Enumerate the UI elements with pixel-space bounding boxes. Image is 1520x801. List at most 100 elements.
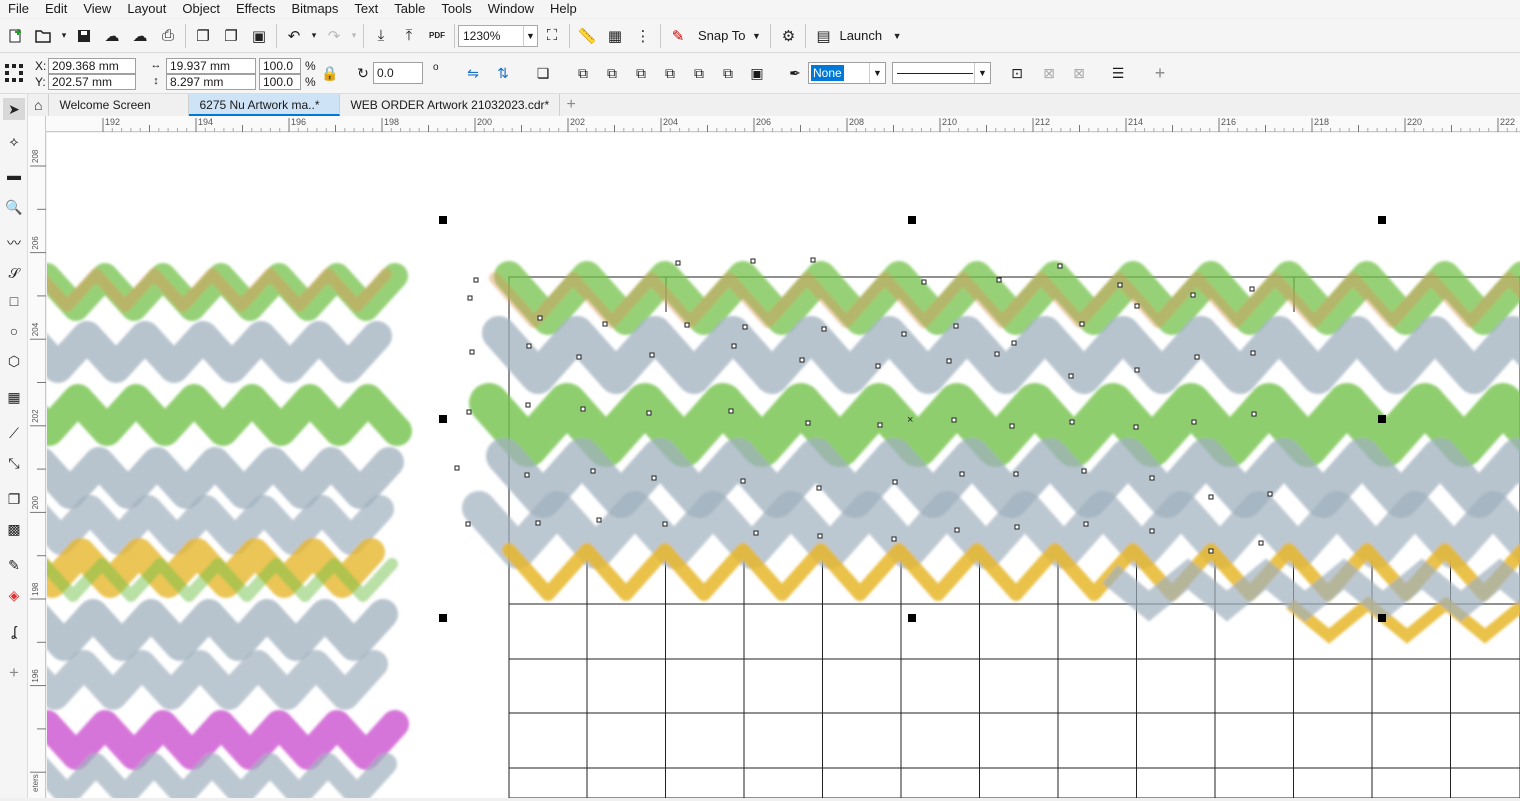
guidelines-icon[interactable]: ⋮ <box>629 22 657 50</box>
path-node[interactable] <box>799 357 805 363</box>
arrange-icon[interactable]: ❏ <box>532 62 554 84</box>
crop-tool-icon[interactable]: ▬ <box>3 164 25 186</box>
path-node[interactable] <box>728 408 734 414</box>
path-node[interactable] <box>596 517 602 523</box>
path-node[interactable] <box>959 471 965 477</box>
chevron-down-icon[interactable]: ▼ <box>869 63 885 83</box>
path-node[interactable] <box>466 409 472 415</box>
scale-width-field[interactable]: 100.0 <box>259 58 301 74</box>
path-node[interactable] <box>1079 321 1085 327</box>
menu-bitmaps[interactable]: Bitmaps <box>283 0 346 18</box>
menu-tools[interactable]: Tools <box>433 0 479 18</box>
cloud-upload-icon[interactable]: ☁ <box>98 22 126 50</box>
mirror-vertical-icon[interactable]: ⇅ <box>492 62 514 84</box>
artwork-main[interactable] <box>454 257 1520 798</box>
zoom-level-select[interactable]: 1230% ▼ <box>458 24 538 47</box>
path-node[interactable] <box>651 475 657 481</box>
clipboard-icon[interactable]: ▣ <box>245 22 273 50</box>
path-node[interactable] <box>891 536 897 542</box>
break-apart-icon[interactable]: ⊠ <box>1038 62 1060 84</box>
path-node[interactable] <box>875 363 881 369</box>
path-node[interactable] <box>1068 373 1074 379</box>
drop-shadow-icon[interactable]: ❐ <box>3 488 25 510</box>
path-node[interactable] <box>951 417 957 423</box>
path-node[interactable] <box>731 343 737 349</box>
add-tab-icon[interactable]: + <box>560 94 581 116</box>
menu-text[interactable]: Text <box>346 0 386 18</box>
menu-window[interactable]: Window <box>480 0 542 18</box>
pick-tool-icon[interactable]: ➤ <box>3 98 25 120</box>
path-node[interactable] <box>649 352 655 358</box>
path-node[interactable] <box>537 315 543 321</box>
launch-icon[interactable]: ▤ <box>809 22 837 50</box>
menu-help[interactable]: Help <box>542 0 585 18</box>
scale-height-field[interactable]: 100.0 <box>259 74 301 90</box>
path-node[interactable] <box>1208 494 1214 500</box>
add-tool-icon[interactable]: + <box>3 662 25 684</box>
vertical-ruler[interactable]: 208 206 204 202 200 198 196 eters <box>28 116 46 798</box>
path-node[interactable] <box>954 527 960 533</box>
height-field[interactable]: 8.297 mm <box>166 74 256 90</box>
selection-handle[interactable] <box>1378 415 1386 423</box>
artwork-preview-left[interactable] <box>47 263 412 798</box>
path-node[interactable] <box>1194 354 1200 360</box>
path-node[interactable] <box>953 323 959 329</box>
ellipse-tool-icon[interactable]: ○ <box>3 320 25 342</box>
chevron-down-icon[interactable]: ▼ <box>745 22 767 50</box>
snap-to-button[interactable]: Snap To <box>698 28 745 43</box>
path-node[interactable] <box>750 258 756 264</box>
path-node[interactable] <box>901 331 907 337</box>
path-node[interactable] <box>580 406 586 412</box>
path-node[interactable] <box>877 422 883 428</box>
path-node[interactable] <box>1258 540 1264 546</box>
snap-off-icon[interactable]: ✎ <box>664 22 692 50</box>
drawing-canvas[interactable]: × <box>47 133 1520 798</box>
path-node[interactable] <box>1190 292 1196 298</box>
path-node[interactable] <box>805 420 811 426</box>
chevron-down-icon[interactable]: ▾ <box>58 22 70 50</box>
shape-tool-icon[interactable]: ⟡ <box>3 130 25 152</box>
line-style-select[interactable]: ▼ <box>892 62 991 84</box>
path-node[interactable] <box>646 410 652 416</box>
eyedropper-icon[interactable]: ✎ <box>3 554 25 576</box>
path-node[interactable] <box>576 354 582 360</box>
path-node[interactable] <box>810 257 816 263</box>
smart-fill-icon[interactable]: ʆ <box>3 620 25 642</box>
menu-file[interactable]: File <box>0 0 37 18</box>
polygon-tool-icon[interactable]: ⬡ <box>3 350 25 372</box>
connector-tool-icon[interactable]: ⤡ <box>3 452 25 474</box>
outline-width-select[interactable]: None ▼ <box>808 62 886 84</box>
path-node[interactable] <box>524 472 530 478</box>
rotation-field[interactable]: 0.0 <box>373 62 423 84</box>
path-node[interactable] <box>1251 411 1257 417</box>
width-field[interactable]: 19.937 mm <box>166 58 256 74</box>
path-node[interactable] <box>996 277 1002 283</box>
zoom-tool-icon[interactable]: 🔍 <box>3 196 25 218</box>
mirror-horizontal-icon[interactable]: ⇋ <box>462 62 484 84</box>
selection-handle[interactable] <box>1378 614 1386 622</box>
horizontal-ruler[interactable]: 192 194 196 198 200 202 204 206 208 210 212 214 216 2… <box>46 116 1520 132</box>
path-node[interactable] <box>1191 419 1197 425</box>
lock-ratio-icon[interactable]: 🔒 <box>319 62 341 84</box>
pdf-export-icon[interactable]: PDF <box>423 22 451 50</box>
chevron-down-icon[interactable]: ▼ <box>523 25 537 46</box>
front-minus-back-icon[interactable]: ⧉ <box>688 62 710 84</box>
chevron-down-icon[interactable]: ▾ <box>308 22 320 50</box>
path-node[interactable] <box>602 321 608 327</box>
path-node[interactable] <box>662 521 668 527</box>
simplify-icon[interactable]: ⧉ <box>659 62 681 84</box>
path-node[interactable] <box>467 295 473 301</box>
path-node[interactable] <box>526 343 532 349</box>
back-minus-front-icon[interactable]: ⧉ <box>717 62 739 84</box>
export-icon[interactable]: ⤒ <box>395 22 423 50</box>
path-node[interactable] <box>590 468 596 474</box>
path-node[interactable] <box>740 478 746 484</box>
ungroup-icon[interactable]: ⊠ <box>1068 62 1090 84</box>
path-node[interactable] <box>921 279 927 285</box>
selection-handle[interactable] <box>439 614 447 622</box>
path-node[interactable] <box>1149 475 1155 481</box>
save-icon[interactable] <box>70 22 98 50</box>
path-node[interactable] <box>817 533 823 539</box>
transparency-tool-icon[interactable]: ▩ <box>3 518 25 540</box>
tab-nu-artwork[interactable]: 6275 Nu Artwork ma..* <box>189 94 341 116</box>
